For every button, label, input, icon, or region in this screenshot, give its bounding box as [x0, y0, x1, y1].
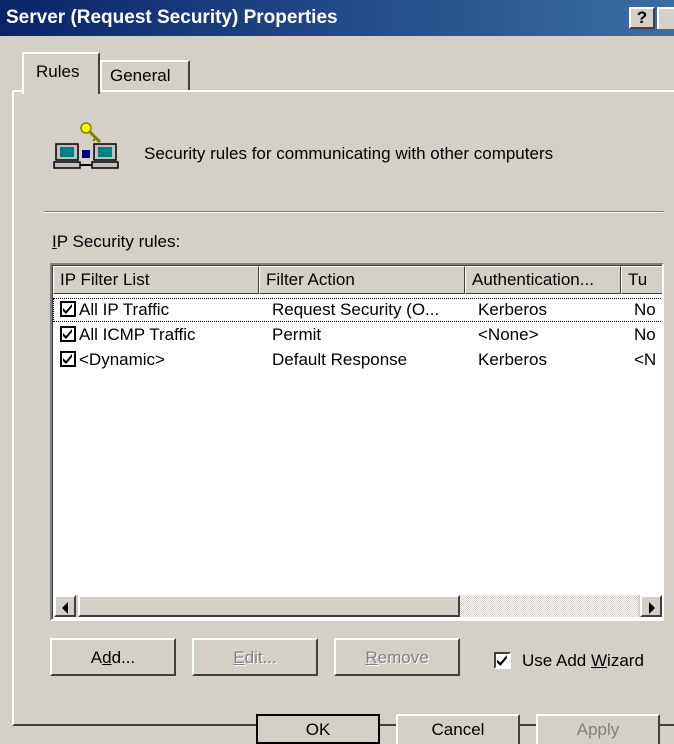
cell-authentication: <None> — [478, 325, 539, 344]
column-header-tunnel[interactable]: Tu — [621, 266, 662, 294]
column-header-filter-action[interactable]: Filter Action — [259, 266, 465, 294]
cell-filter-action: Request Security (O... — [272, 300, 440, 319]
cell-filter-list: <Dynamic> — [79, 350, 165, 369]
table-row[interactable]: <Dynamic> Default Response Kerberos <N — [53, 348, 662, 372]
table-row[interactable]: All ICMP Traffic Permit <None> No — [53, 323, 662, 347]
cancel-button[interactable]: Cancel — [396, 714, 520, 744]
table-row[interactable]: All IP Traffic Request Security (O... Ke… — [53, 298, 662, 322]
ip-security-network-icon — [53, 122, 119, 169]
window-title: Server (Request Security) Properties — [6, 7, 338, 28]
cell-filter-action: Permit — [272, 325, 322, 344]
use-add-wizard-checkbox[interactable] — [494, 652, 511, 669]
cell-filter-action: Default Response — [272, 350, 408, 369]
checkmark-icon — [63, 329, 72, 339]
ok-button[interactable]: OK — [256, 714, 380, 744]
add-button-post: d... — [111, 648, 136, 667]
horizontal-scrollbar[interactable] — [54, 595, 662, 617]
cell-authentication: Kerberos — [478, 300, 547, 319]
add-button[interactable]: Add... — [50, 638, 176, 676]
cell-tunnel: No — [634, 300, 656, 319]
tab-rules-label: Rules — [36, 62, 80, 81]
scroll-left-button[interactable] — [54, 595, 76, 617]
cell-authentication: Kerberos — [478, 350, 547, 369]
header-description: Security rules for communicating with ot… — [144, 144, 554, 163]
add-button-pre: A — [90, 648, 103, 667]
remove-button-post: emove — [377, 648, 429, 667]
arrow-left-icon — [62, 602, 68, 614]
edit-button[interactable]: Edit... — [192, 638, 318, 676]
remove-button[interactable]: Remove — [334, 638, 460, 676]
rule-checkbox[interactable] — [60, 301, 76, 317]
close-button[interactable] — [657, 7, 674, 29]
separator — [44, 211, 664, 213]
wizard-post: izard — [607, 651, 644, 670]
column-header-authentication[interactable]: Authentication... — [465, 266, 621, 294]
apply-button[interactable]: Apply — [536, 714, 660, 744]
column-header-ip-filter-list[interactable]: IP Filter List — [53, 266, 259, 294]
checkmark-icon — [63, 354, 72, 364]
add-button-mnemonic: d — [102, 648, 112, 667]
checkmark-icon — [63, 304, 72, 314]
cell-tunnel: No — [634, 325, 656, 344]
title-bar: Server (Request Security) Properties ? — [0, 0, 674, 36]
tab-general[interactable]: General — [100, 60, 190, 90]
tab-rules[interactable]: Rules — [22, 52, 100, 94]
ip-security-rules-label-text: P Security rules: — [56, 232, 181, 251]
scroll-right-button[interactable] — [640, 595, 662, 617]
rule-checkbox[interactable] — [60, 326, 76, 342]
remove-button-mnemonic: R — [365, 648, 378, 667]
cell-tunnel: <N — [634, 350, 657, 369]
checkmark-icon — [497, 655, 507, 666]
rules-list[interactable]: IP Filter List Filter Action Authenticat… — [50, 263, 664, 621]
edit-button-mnemonic: E — [233, 648, 245, 667]
scrollbar-thumb[interactable] — [78, 595, 460, 617]
ip-security-rules-label: IP Security rules: — [52, 232, 180, 252]
wizard-pre: Use Add — [522, 651, 591, 670]
help-button[interactable]: ? — [629, 7, 655, 29]
cell-filter-list: All IP Traffic — [79, 300, 170, 319]
tab-general-label: General — [110, 66, 171, 85]
arrow-right-icon — [649, 602, 655, 614]
cell-filter-list: All ICMP Traffic — [79, 325, 196, 344]
rule-checkbox[interactable] — [60, 351, 76, 367]
rules-list-inner: IP Filter List Filter Action Authenticat… — [52, 265, 662, 619]
use-add-wizard-label[interactable]: Use Add Wizard — [522, 651, 644, 671]
wizard-mnemonic: W — [591, 651, 608, 670]
edit-button-post: dit... — [244, 648, 277, 667]
